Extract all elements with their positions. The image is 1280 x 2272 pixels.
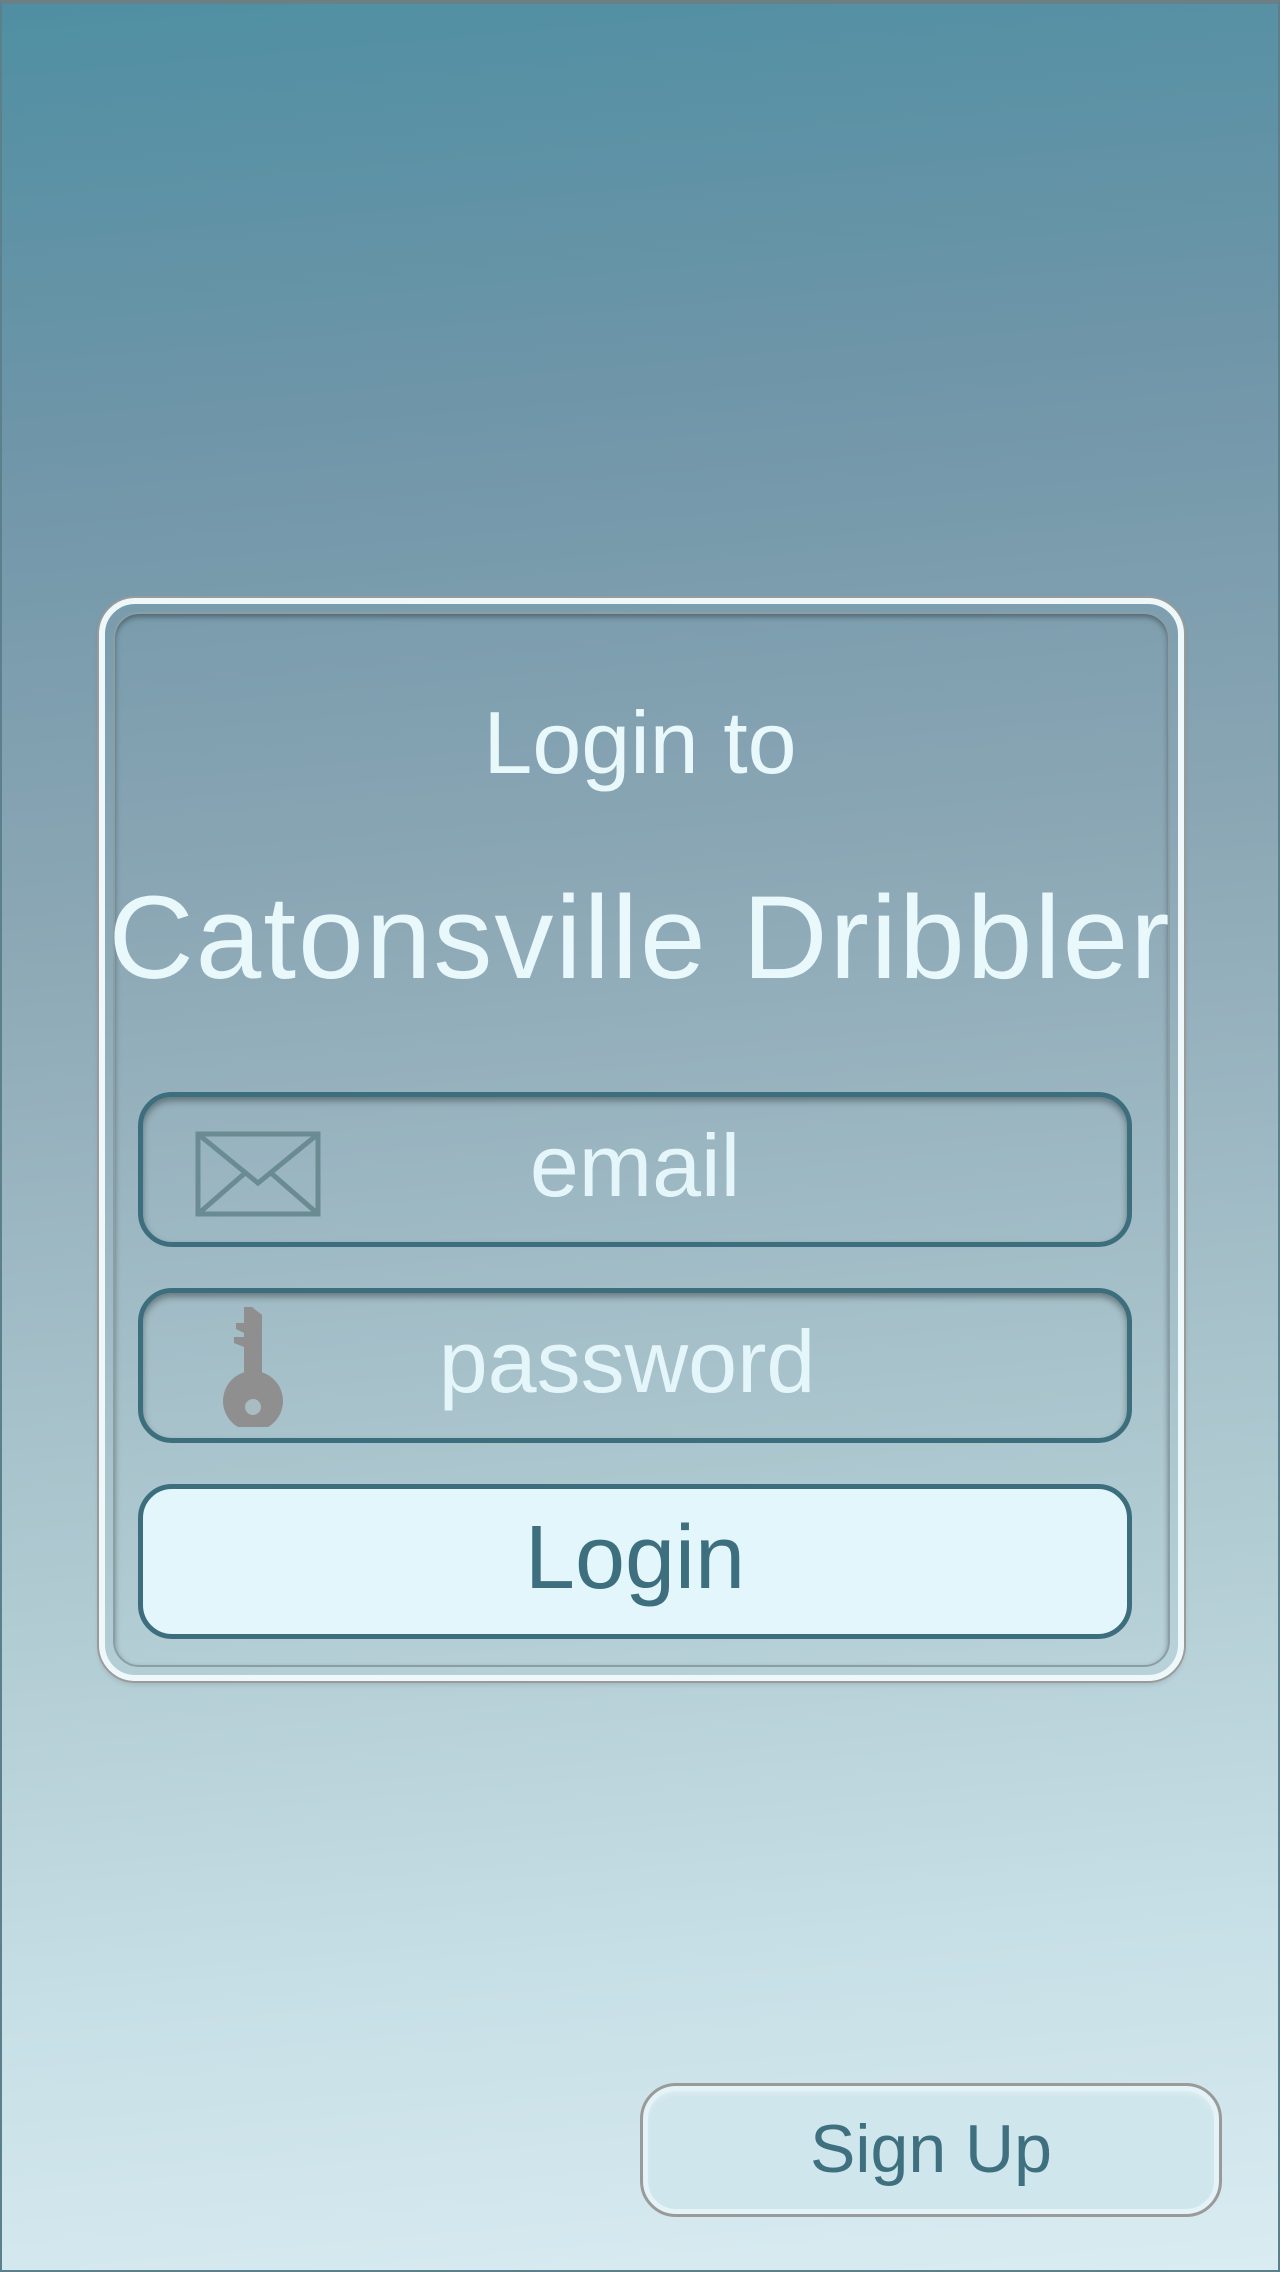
login-heading: Login to [483, 693, 797, 792]
signup-button-label: Sign Up [810, 2111, 1052, 2187]
password-placeholder: password [438, 1312, 816, 1411]
login-button-label: Login [524, 1508, 746, 1608]
app-title: Catonsville Dribbler [108, 872, 1172, 1004]
password-field[interactable]: password [138, 1288, 1132, 1443]
email-field[interactable]: email [138, 1092, 1132, 1247]
email-placeholder: email [529, 1116, 741, 1215]
login-button[interactable]: Login [138, 1484, 1132, 1639]
signup-button[interactable]: Sign Up [640, 2083, 1222, 2217]
